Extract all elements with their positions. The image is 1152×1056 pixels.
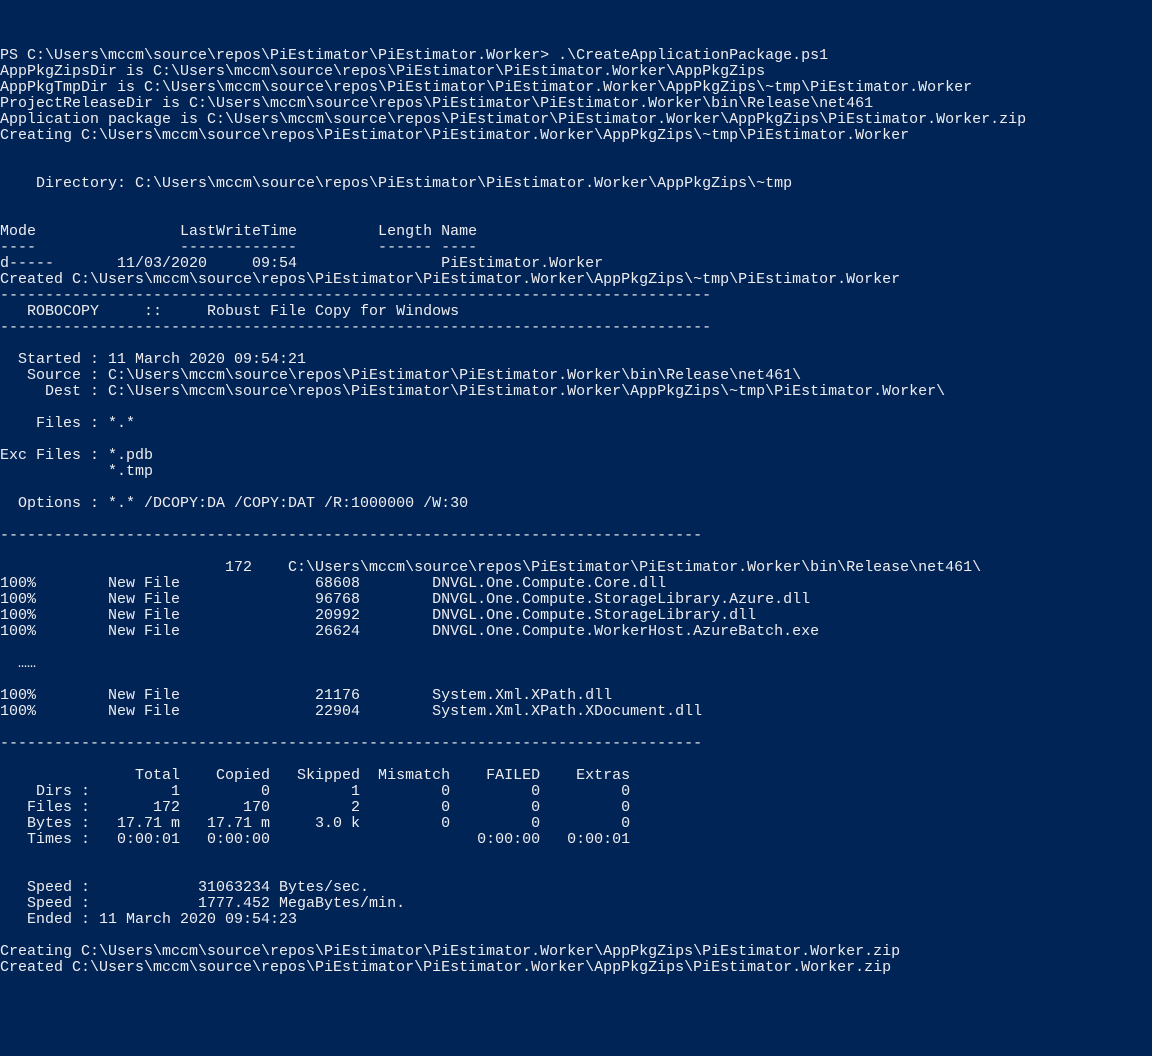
speed-line: Speed : 1777.452 MegaBytes/min. (0, 895, 405, 912)
stats-bytes: Bytes : 17.71 m 17.71 m 3.0 k 0 0 0 (0, 815, 630, 832)
robocopy-files: Files : *.* (0, 415, 135, 432)
file-copy-line: 100% New File 96768 DNVGL.One.Compute.St… (0, 591, 810, 608)
table-header: Mode LastWriteTime Length Name (0, 223, 477, 240)
table-divider: ---- ------------- ------ ---- (0, 239, 477, 256)
output-line: ProjectReleaseDir is C:\Users\mccm\sourc… (0, 95, 873, 112)
stats-header: Total Copied Skipped Mismatch FAILED Ext… (0, 767, 630, 784)
powershell-terminal[interactable]: PS C:\Users\mccm\source\repos\PiEstimato… (0, 48, 1152, 976)
prompt-line: PS C:\Users\mccm\source\repos\PiEstimato… (0, 47, 828, 64)
robocopy-source: Source : C:\Users\mccm\source\repos\PiEs… (0, 367, 801, 384)
robocopy-dest: Dest : C:\Users\mccm\source\repos\PiEsti… (0, 383, 945, 400)
robocopy-started: Started : 11 March 2020 09:54:21 (0, 351, 306, 368)
ended-line: Ended : 11 March 2020 09:54:23 (0, 911, 297, 928)
file-copy-line: 100% New File 22904 System.Xml.XPath.XDo… (0, 703, 702, 720)
file-copy-line: 100% New File 26624 DNVGL.One.Compute.Wo… (0, 623, 819, 640)
stats-times: Times : 0:00:01 0:00:00 0:00:00 0:00:01 (0, 831, 630, 848)
robocopy-title: ROBOCOPY :: Robust File Copy for Windows (0, 303, 459, 320)
output-line: AppPkgZipsDir is C:\Users\mccm\source\re… (0, 63, 765, 80)
separator: ----------------------------------------… (0, 319, 711, 336)
speed-line: Speed : 31063234 Bytes/sec. (0, 879, 369, 896)
table-row: d----- 11/03/2020 09:54 PiEstimator.Work… (0, 255, 603, 272)
separator: ----------------------------------------… (0, 287, 711, 304)
file-copy-line: 100% New File 21176 System.Xml.XPath.dll (0, 687, 612, 704)
separator: ----------------------------------------… (0, 735, 702, 752)
output-line: Application package is C:\Users\mccm\sou… (0, 111, 1026, 128)
output-line: Created C:\Users\mccm\source\repos\PiEst… (0, 271, 900, 288)
separator: ----------------------------------------… (0, 527, 702, 544)
robocopy-exc-files: Exc Files : *.pdb (0, 447, 153, 464)
copy-dir-line: 172 C:\Users\mccm\source\repos\PiEstimat… (0, 559, 981, 576)
file-copy-line: 100% New File 20992 DNVGL.One.Compute.St… (0, 607, 756, 624)
robocopy-options: Options : *.* /DCOPY:DA /COPY:DAT /R:100… (0, 495, 468, 512)
robocopy-exc-files: *.tmp (0, 463, 153, 480)
output-line: AppPkgTmpDir is C:\Users\mccm\source\rep… (0, 79, 972, 96)
stats-dirs: Dirs : 1 0 1 0 0 0 (0, 783, 630, 800)
ellipsis: …… (0, 655, 36, 672)
file-copy-line: 100% New File 68608 DNVGL.One.Compute.Co… (0, 575, 666, 592)
output-line: Creating C:\Users\mccm\source\repos\PiEs… (0, 943, 900, 960)
output-line: Creating C:\Users\mccm\source\repos\PiEs… (0, 127, 909, 144)
stats-files: Files : 172 170 2 0 0 0 (0, 799, 630, 816)
directory-header: Directory: C:\Users\mccm\source\repos\Pi… (0, 175, 792, 192)
